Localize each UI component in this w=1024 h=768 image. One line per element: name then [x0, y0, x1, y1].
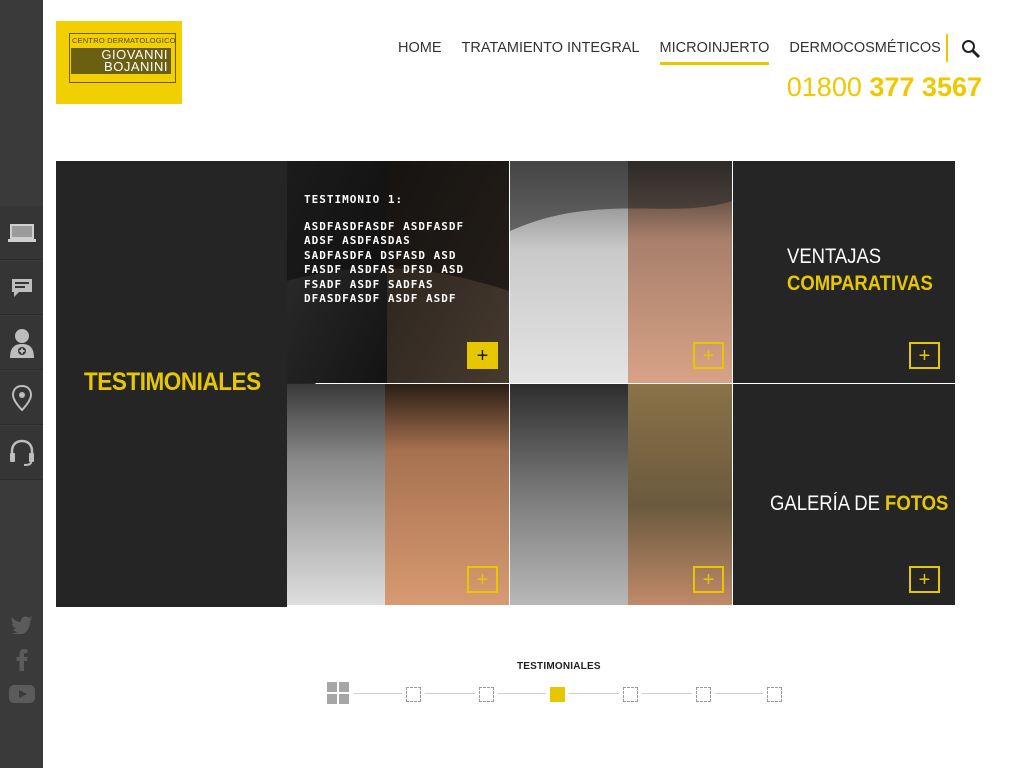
- nav-item-dermocosmeticos[interactable]: DERMOCOSMÉTICOS: [789, 40, 940, 65]
- pager-dot-3-active[interactable]: [550, 687, 565, 702]
- chat-icon[interactable]: [0, 261, 43, 315]
- laptop-icon[interactable]: [0, 206, 43, 260]
- pager-line: [425, 693, 475, 694]
- grid-view-icon[interactable]: [327, 682, 350, 705]
- pager-label: TESTIMONIALES: [517, 661, 601, 672]
- nav-item-tratamiento-integral[interactable]: TRATAMIENTO INTEGRAL: [462, 40, 640, 65]
- plus-button-photo-4[interactable]: +: [693, 566, 724, 593]
- sidebar: [0, 0, 43, 768]
- youtube-icon[interactable]: [0, 680, 43, 708]
- main-nav: HOME TRATAMIENTO INTEGRAL MICROINJERTO D…: [388, 40, 951, 65]
- phone-main: 377 3567: [869, 72, 982, 102]
- galeria-bold: FOTOS: [885, 492, 949, 515]
- search-icon[interactable]: [961, 39, 981, 64]
- testimonials-title: TESTIMONIALES: [84, 368, 261, 396]
- phone-number: 01800 377 3567: [787, 72, 982, 103]
- location-pin-icon[interactable]: [0, 371, 43, 425]
- pager-line: [715, 693, 763, 694]
- galeria-title: GALERÍA DE FOTOS: [770, 492, 948, 516]
- pager-line: [498, 693, 546, 694]
- nav-item-home[interactable]: HOME: [398, 40, 442, 65]
- plus-button-testimonial-1[interactable]: +: [467, 342, 498, 369]
- pager-dot-5[interactable]: [696, 687, 711, 702]
- testimonial-text: TESTIMONIO 1: ASDFASDFASDF ASDFASDF ADSF…: [304, 193, 484, 307]
- plus-button-photo-3[interactable]: +: [467, 566, 498, 593]
- pager-line: [569, 693, 619, 694]
- pager-line: [354, 693, 402, 694]
- pager-dot-4[interactable]: [623, 687, 638, 702]
- pager-dot-2[interactable]: [479, 687, 494, 702]
- plus-button-photo-2[interactable]: +: [693, 342, 724, 369]
- logo-small-text: CENTRO DERMATOLOGICO: [72, 36, 176, 45]
- headset-icon[interactable]: [0, 426, 43, 480]
- pager-dot-1[interactable]: [406, 687, 421, 702]
- logo-frame: CENTRO DERMATOLOGICO GIOVANNI BOJANINI: [69, 33, 176, 83]
- twitter-icon[interactable]: [0, 611, 43, 639]
- pager-dot-6[interactable]: [767, 687, 782, 702]
- logo-name-line2: BOJANINI: [104, 59, 168, 74]
- facebook-icon[interactable]: [0, 646, 43, 674]
- testimonial-heading: TESTIMONIO 1:: [304, 193, 404, 206]
- pager-line: [642, 693, 692, 694]
- testimonial-body: ASDFASDFASDF ASDFASDF ADSF ASDFASDAS SAD…: [304, 219, 465, 306]
- plus-button-galeria[interactable]: +: [909, 566, 940, 593]
- ventajas-line2: COMPARATIVAS: [787, 272, 933, 295]
- ventajas-line1: VENTAJAS: [787, 245, 882, 268]
- doctor-icon[interactable]: [0, 316, 43, 370]
- nav-item-microinjerto[interactable]: MICROINJERTO: [659, 40, 770, 65]
- nav-divider: [946, 34, 948, 62]
- logo-name: GIOVANNI BOJANINI: [71, 48, 171, 74]
- galeria-normal: GALERÍA DE: [770, 492, 880, 515]
- phone-prefix: 01800: [786, 72, 862, 102]
- plus-button-ventajas[interactable]: +: [909, 342, 940, 369]
- brand-logo[interactable]: CENTRO DERMATOLOGICO GIOVANNI BOJANINI: [56, 21, 182, 104]
- ventajas-title: VENTAJAS COMPARATIVAS: [787, 243, 933, 297]
